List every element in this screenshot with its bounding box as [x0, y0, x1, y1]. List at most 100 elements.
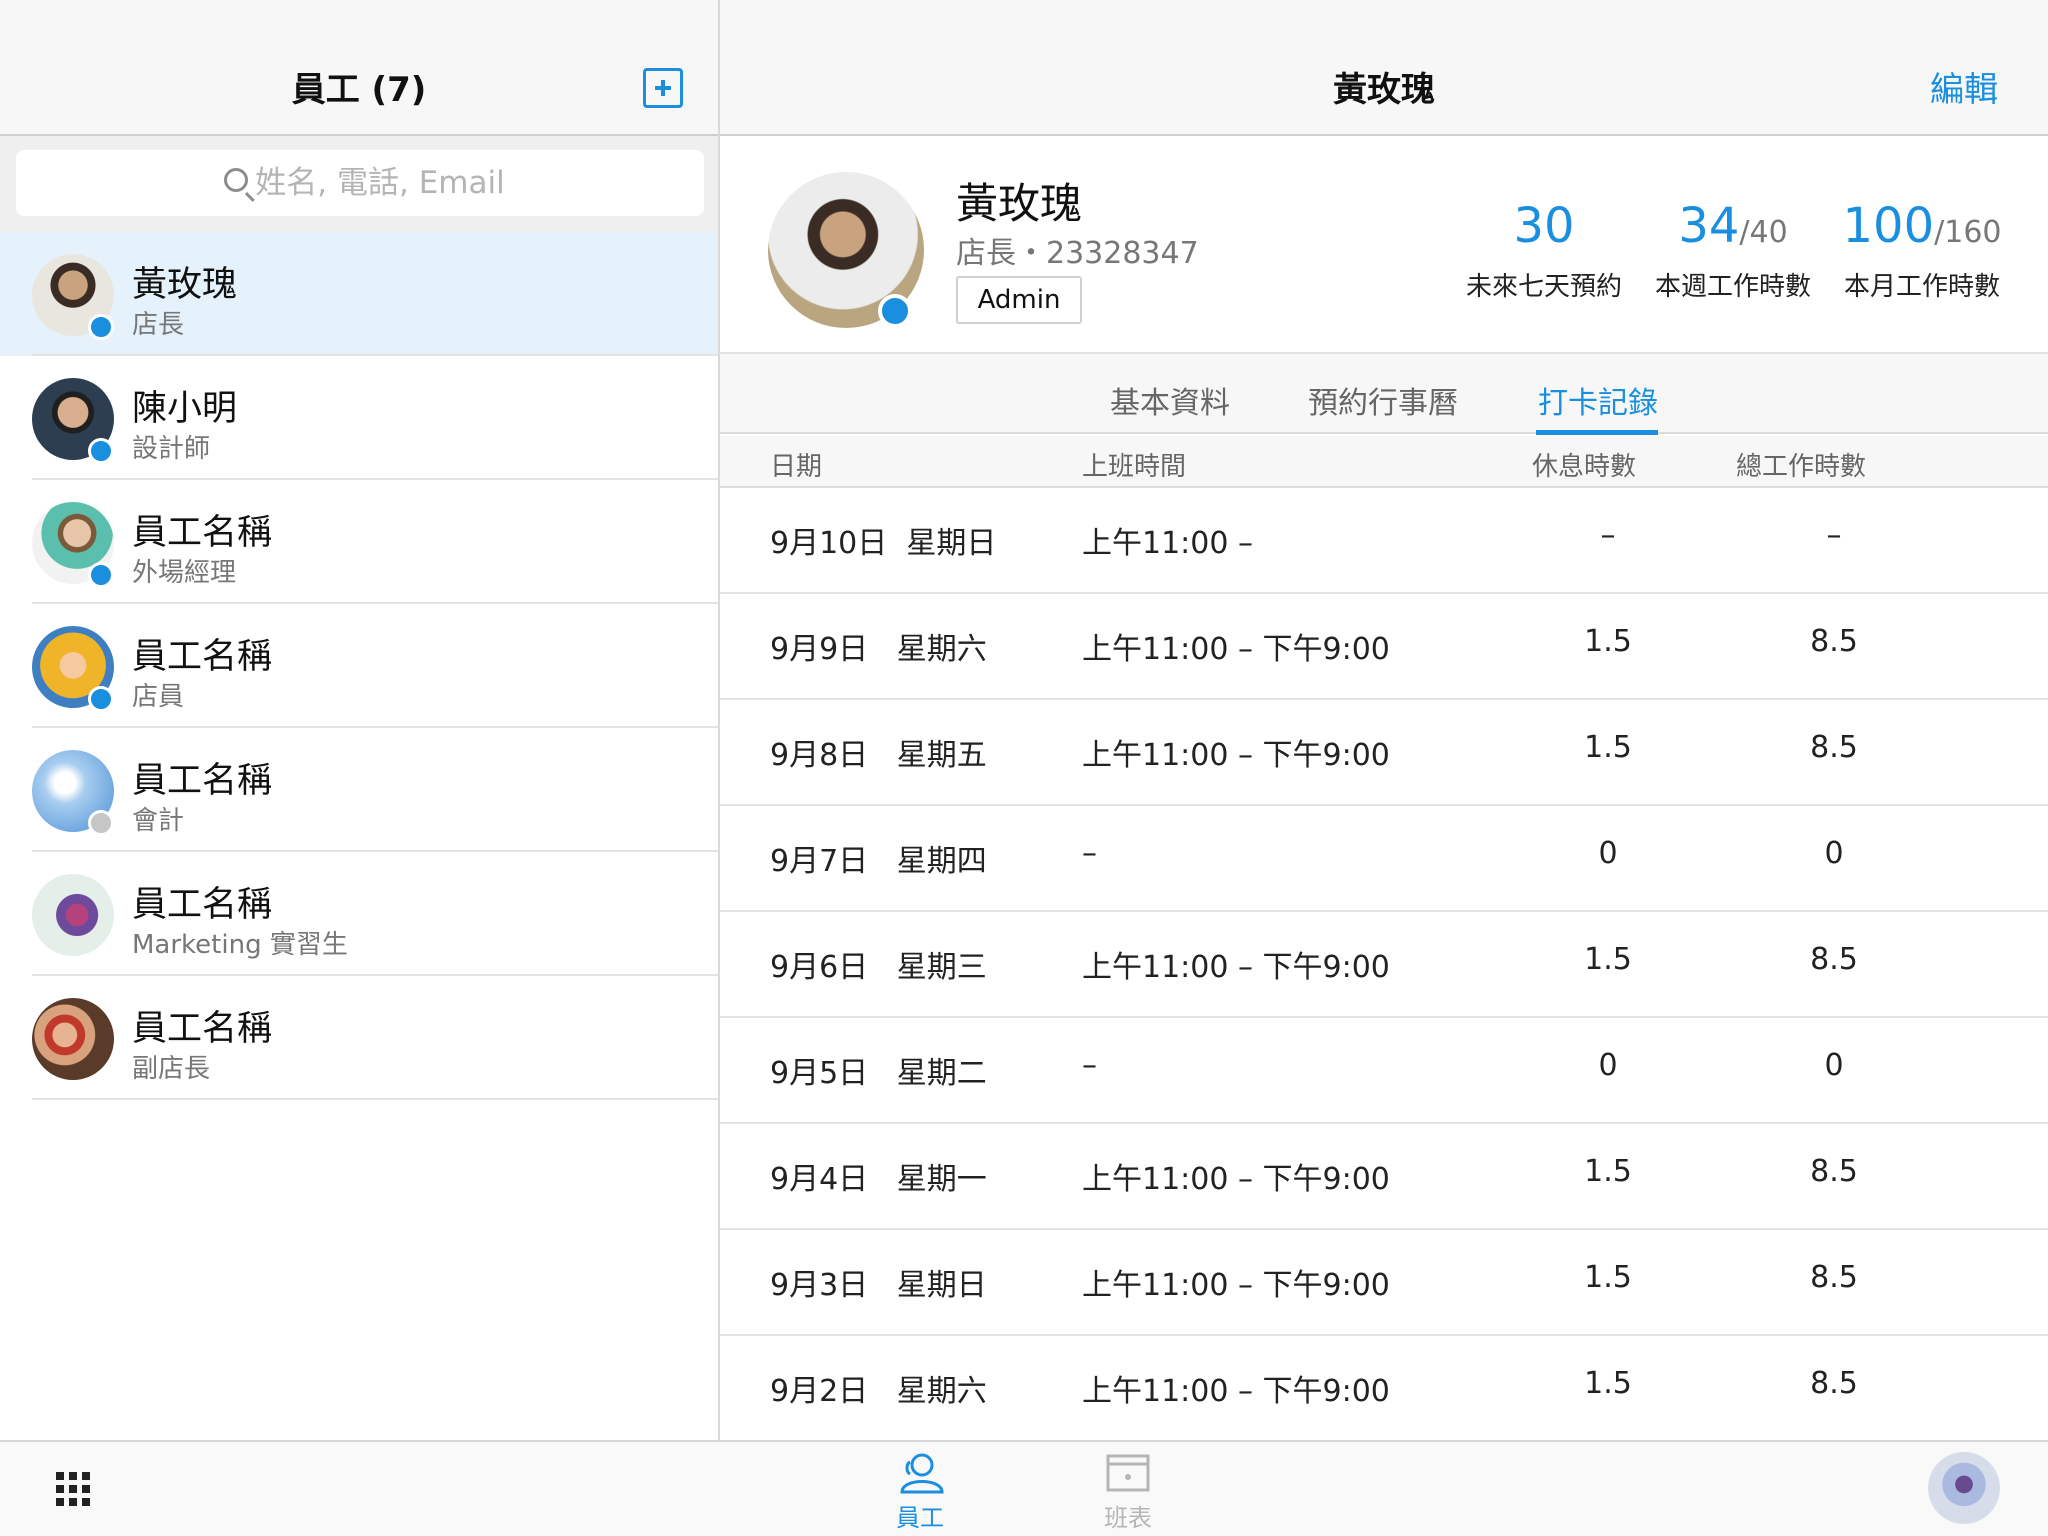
profile-name: 黃玫瑰 [956, 179, 1083, 228]
edit-button[interactable]: 編輯 [1930, 62, 1998, 111]
stat-weekly-hours: 34/40 [1633, 198, 1833, 254]
tab-booking-calendar[interactable]: 預約行事曆 [1308, 378, 1458, 422]
tab-clock-records[interactable]: 打卡記錄 [1538, 378, 1658, 422]
cell-date: 9月10日 星期日 [770, 526, 997, 561]
column-header-shift-time: 上班時間 [1082, 452, 1187, 482]
cell-shift-time: 上午11:00 – 下午9:00 [1082, 1268, 1390, 1303]
cell-total-hours: 8.5 [1810, 624, 1858, 659]
cell-break-hours: 1.5 [1584, 730, 1632, 765]
app-grid-icon[interactable] [56, 1472, 90, 1506]
cell-total-hours: 8.5 [1810, 1154, 1858, 1189]
stat-upcoming-bookings: 30 [1444, 198, 1644, 254]
cell-total-hours: – [1826, 518, 1842, 553]
employee-name: 黃玫瑰 [132, 265, 238, 305]
add-employee-button[interactable] [643, 68, 683, 108]
employee-role: 店員 [132, 682, 185, 712]
employee-name: 員工名稱 [132, 637, 273, 677]
table-row: 9月9日 星期六 上午11:00 – 下午9:00 1.5 8.5 [720, 594, 2048, 700]
bottom-nav-bar [0, 1440, 2048, 1536]
stat-suffix: /160 [1934, 215, 2002, 250]
cell-break-hours: – [1600, 518, 1616, 553]
employee-name: 員工名稱 [132, 885, 273, 925]
employee-role: 店長 [132, 310, 185, 340]
employee-name: 陳小明 [132, 389, 238, 429]
admin-badge: Admin [956, 276, 1082, 324]
table-row: 9月3日 星期日 上午11:00 – 下午9:00 1.5 8.5 [720, 1230, 2048, 1336]
nav-employees-label: 員工 [896, 1504, 944, 1532]
people-icon [900, 1453, 944, 1494]
employee-role: Marketing 實習生 [132, 930, 348, 960]
table-row: 9月10日 星期日 上午11:00 – – – [720, 488, 2048, 594]
tab-basic-info[interactable]: 基本資料 [1110, 378, 1230, 422]
sidebar-title: 員工 (7) [291, 70, 427, 110]
employee-name: 員工名稱 [132, 513, 273, 553]
employee-item[interactable]: 黃玫瑰 店長 [0, 232, 718, 356]
offline-status-dot [88, 810, 114, 836]
employee-item[interactable]: 陳小明 設計師 [0, 356, 718, 480]
active-tab-indicator [1536, 430, 1658, 435]
cell-date: 9月3日 星期日 [770, 1268, 987, 1303]
employee-name: 員工名稱 [132, 761, 273, 801]
cell-total-hours: 8.5 [1810, 1366, 1858, 1401]
cell-break-hours: 1.5 [1584, 624, 1632, 659]
table-row: 9月4日 星期一 上午11:00 – 下午9:00 1.5 8.5 [720, 1124, 2048, 1230]
cell-date: 9月7日 星期四 [770, 844, 987, 879]
cell-shift-time: 上午11:00 – 下午9:00 [1082, 1374, 1390, 1409]
cell-shift-time: 上午11:00 – [1082, 526, 1253, 561]
column-header-break-hours: 休息時數 [1532, 452, 1637, 482]
online-status-dot [88, 686, 114, 712]
cell-shift-time: 上午11:00 – 下午9:00 [1082, 950, 1390, 985]
stat-label: 本週工作時數 [1654, 272, 1811, 302]
cell-break-hours: 1.5 [1584, 1260, 1632, 1295]
cell-date: 9月9日 星期六 [770, 632, 987, 667]
stat-suffix: /40 [1739, 215, 1788, 250]
online-status-dot [88, 314, 114, 340]
cell-shift-time: – [1082, 1048, 1097, 1083]
employee-name: 員工名稱 [132, 1009, 273, 1049]
employee-role: 外場經理 [132, 558, 237, 588]
column-header-total-hours: 總工作時數 [1736, 452, 1867, 482]
stat-label: 未來七天預約 [1465, 272, 1622, 302]
page-title: 黃玫瑰 [1333, 70, 1435, 110]
profile-role-phone: 店長・23328347 [956, 236, 1199, 271]
search-input[interactable] [16, 150, 704, 216]
cell-date: 9月6日 星期三 [770, 950, 987, 985]
online-status-dot [88, 562, 114, 588]
employee-item[interactable]: 員工名稱 外場經理 [0, 480, 718, 604]
employee-item[interactable]: 員工名稱 店員 [0, 604, 718, 728]
cell-break-hours: 0 [1598, 1048, 1618, 1083]
employee-item[interactable]: 員工名稱 Marketing 實習生 [0, 852, 718, 976]
stat-label: 本月工作時數 [1843, 272, 2000, 302]
cell-break-hours: 1.5 [1584, 942, 1632, 977]
cell-total-hours: 8.5 [1810, 730, 1858, 765]
cell-break-hours: 1.5 [1584, 1366, 1632, 1401]
stat-value: 34 [1678, 198, 1740, 254]
table-row: 9月2日 星期六 上午11:00 – 下午9:00 1.5 8.5 [720, 1336, 2048, 1442]
cell-total-hours: 0 [1824, 836, 1844, 871]
stat-monthly-hours: 100/160 [1822, 198, 2022, 254]
table-row: 9月7日 星期四 – 0 0 [720, 806, 2048, 912]
avatar [32, 998, 114, 1080]
cell-shift-time: 上午11:00 – 下午9:00 [1082, 632, 1390, 667]
online-status-dot [878, 294, 912, 328]
stat-value: 100 [1842, 198, 1935, 254]
cell-total-hours: 8.5 [1810, 1260, 1858, 1295]
cell-total-hours: 8.5 [1810, 942, 1858, 977]
user-avatar[interactable] [1928, 1452, 2000, 1524]
employee-item[interactable]: 員工名稱 會計 [0, 728, 718, 852]
avatar [32, 874, 114, 956]
cell-date: 9月8日 星期五 [770, 738, 987, 773]
employee-role: 副店長 [132, 1054, 211, 1084]
cell-break-hours: 0 [1598, 836, 1618, 871]
table-row: 9月6日 星期三 上午11:00 – 下午9:00 1.5 8.5 [720, 912, 2048, 1018]
cell-date: 9月4日 星期一 [770, 1162, 987, 1197]
search-icon [224, 168, 248, 192]
nav-schedule-label: 班表 [1104, 1504, 1152, 1532]
cell-date: 9月5日 星期二 [770, 1056, 987, 1091]
table-row: 9月5日 星期二 – 0 0 [720, 1018, 2048, 1124]
cell-date: 9月2日 星期六 [770, 1374, 987, 1409]
column-header-date: 日期 [770, 452, 823, 482]
employee-item[interactable]: 員工名稱 副店長 [0, 976, 718, 1100]
online-status-dot [88, 438, 114, 464]
cell-total-hours: 0 [1824, 1048, 1844, 1083]
